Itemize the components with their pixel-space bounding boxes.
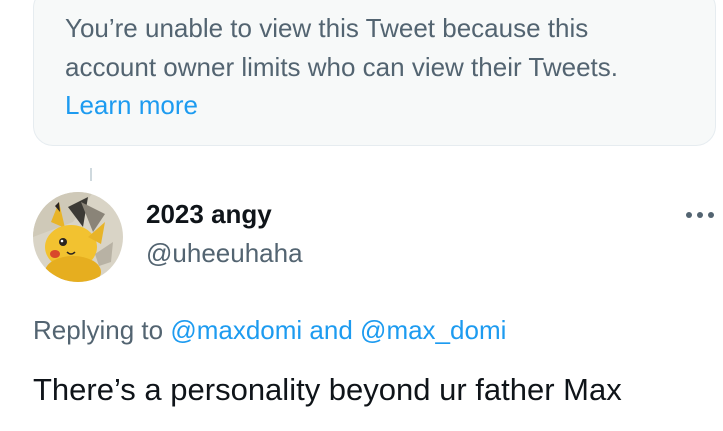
more-options-button[interactable]: [680, 200, 720, 230]
unavailable-tweet-notice: You’re unable to view this Tweet because…: [33, 0, 716, 146]
thread-connector-line: [90, 168, 92, 181]
mention-conjunction[interactable]: and: [309, 315, 352, 345]
author-handle[interactable]: @uheeuhaha: [146, 237, 303, 269]
mention-max-domi[interactable]: @max_domi: [360, 315, 506, 345]
mention-maxdomi[interactable]: @maxdomi: [170, 315, 302, 345]
avatar[interactable]: [33, 192, 123, 282]
learn-more-link[interactable]: Learn more: [65, 87, 198, 123]
replying-to-line: Replying to @maxdomi and @max_domi: [33, 313, 506, 347]
more-options-icon: [686, 212, 714, 218]
replying-to-label: Replying to: [33, 315, 164, 345]
tweet-text: There’s a personality beyond ur father M…: [33, 372, 622, 407]
notice-message: You’re unable to view this Tweet because…: [65, 9, 691, 87]
author-display-name[interactable]: 2023 angy: [146, 198, 272, 230]
pikachu-avatar-icon: [33, 192, 123, 282]
notice-line-2: account owner limits who can view their …: [65, 52, 618, 82]
notice-line-1: You’re unable to view this Tweet because…: [65, 13, 589, 43]
